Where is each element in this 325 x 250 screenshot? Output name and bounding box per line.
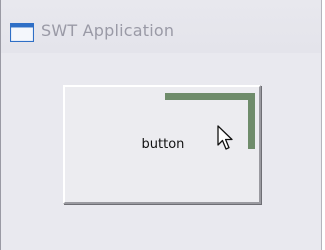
paint-overlay-horizontal (165, 93, 255, 100)
window-app-icon (10, 23, 34, 42)
swt-application-window: SWT Application button (0, 0, 322, 250)
window-title: SWT Application (41, 21, 175, 40)
arrow-pointer-icon (217, 125, 233, 150)
